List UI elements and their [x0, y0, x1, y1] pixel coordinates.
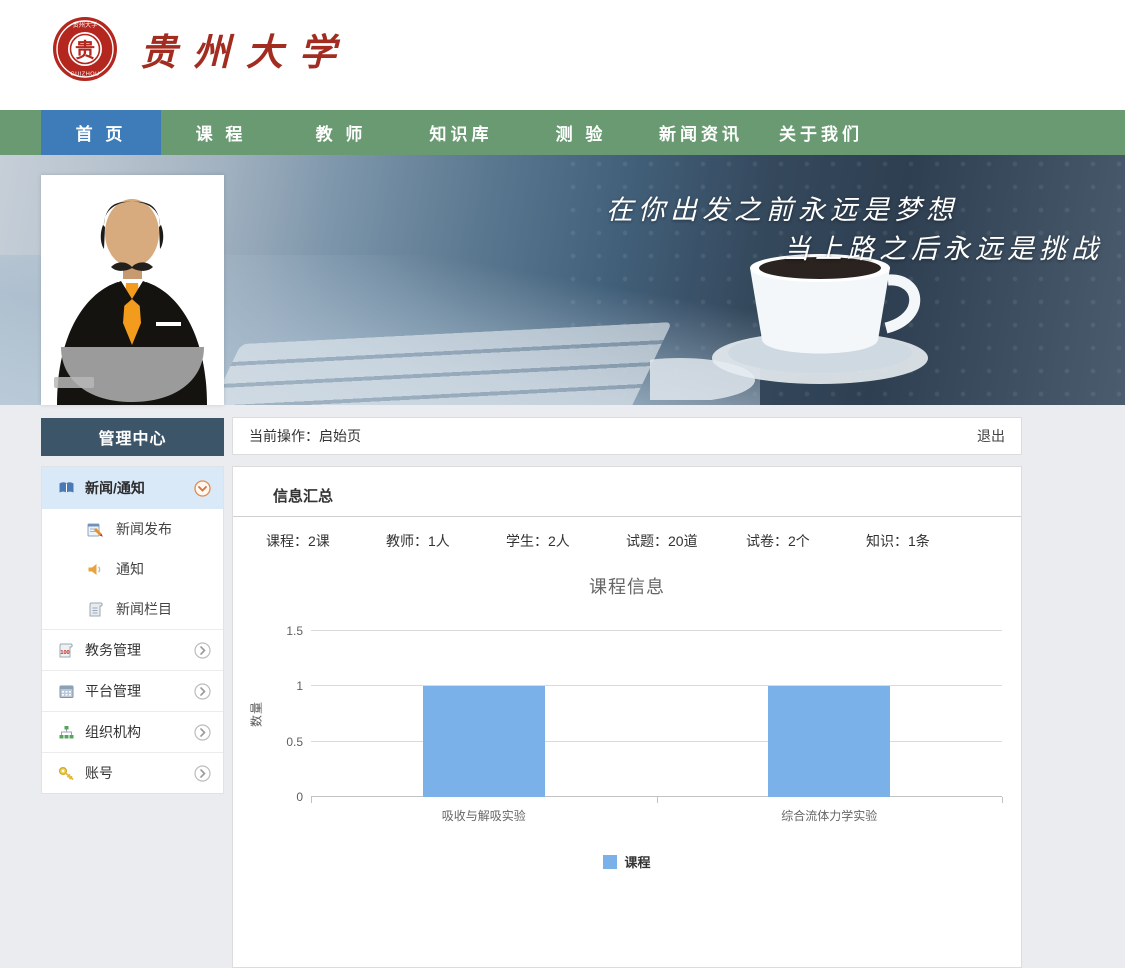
nav-item-news[interactable]: 新闻资讯: [641, 110, 761, 155]
sidebar-item-label: 新闻栏目: [116, 599, 172, 619]
sidebar-item-label: 组织机构: [85, 722, 194, 742]
sidebar-title: 管理中心: [41, 418, 224, 456]
platform-icon: [58, 683, 75, 700]
sidebar-item-label: 新闻发布: [116, 519, 172, 539]
bar-slot: [311, 631, 657, 797]
y-tick-label: 0: [263, 790, 303, 804]
nav-item-home[interactable]: 首 页: [41, 110, 161, 155]
sidebar-item-label: 通知: [116, 559, 144, 579]
chevron-right-circle-icon[interactable]: [194, 642, 211, 659]
nav-item-about-us[interactable]: 关于我们: [761, 110, 881, 155]
stat-questions: 试题：20道: [626, 531, 746, 551]
chevron-down-circle-icon[interactable]: [194, 480, 211, 497]
y-tick-label: 0.5: [263, 735, 303, 749]
university-name: 贵州大学: [140, 22, 352, 76]
chart-legend[interactable]: 课程: [233, 852, 1021, 871]
x-axis-label: 综合流体力学实验: [657, 807, 1003, 824]
bar-吸收与解吸实验: [423, 686, 545, 797]
sidebar-item-label: 教务管理: [85, 640, 194, 660]
chevron-right-circle-icon[interactable]: [194, 765, 211, 782]
organization-icon: [58, 724, 75, 741]
banner-slogan: 在你出发之前永远是梦想 当上路之后永远是挑战: [606, 191, 1103, 269]
x-axis-tick: [311, 797, 312, 803]
nav-item-knowledge-base[interactable]: 知识库: [401, 110, 521, 155]
sidebar-item-platform-management[interactable]: 平台管理: [42, 670, 223, 711]
y-axis-title: 数量: [248, 701, 265, 727]
stat-students: 学生：2人: [506, 531, 626, 551]
university-seal-logo: 贵 GUIZHOU 贵州大学: [52, 16, 118, 82]
chevron-right-circle-icon[interactable]: [194, 683, 211, 700]
nav-item-quiz[interactable]: 测 验: [521, 110, 641, 155]
site-header: 贵 GUIZHOU 贵州大学 贵州大学: [0, 0, 1125, 110]
sidebar-item-academic-affairs[interactable]: 100 教务管理: [42, 629, 223, 670]
bar-综合流体力学实验: [768, 686, 890, 797]
avatar-watermark-badge: [54, 377, 94, 388]
nav-item-teachers[interactable]: 教 师: [281, 110, 401, 155]
stat-teachers: 教师：1人: [386, 531, 506, 551]
account-key-icon: [58, 765, 75, 782]
sidebar-item-news-column[interactable]: 新闻栏目: [42, 589, 223, 629]
svg-text:100: 100: [60, 650, 69, 656]
main-nav: 首 页 课 程 教 师 知识库 测 验 新闻资讯 关于我们: [0, 110, 1125, 155]
summary-stats-row: 课程：2课 教师：1人 学生：2人 试题：20道 试卷：2个 知识：1条: [233, 517, 1021, 551]
news-column-icon: [87, 601, 104, 618]
svg-text:贵州大学: 贵州大学: [73, 21, 98, 29]
page: 贵 GUIZHOU 贵州大学 贵州大学 首 页 课 程 教 师 知识库 测 验 …: [0, 0, 1125, 968]
slogan-line-2: 当上路之后永远是挑战: [606, 230, 1103, 269]
svg-text:GUIZHOU: GUIZHOU: [70, 72, 99, 78]
current-operation-bar: 当前操作：启始页 退出: [232, 417, 1022, 455]
stat-knowledge: 知识：1条: [866, 531, 986, 551]
sidebar-item-account[interactable]: 账号: [42, 752, 223, 793]
nav-item-courses[interactable]: 课 程: [161, 110, 281, 155]
bar-slot: [657, 631, 1003, 797]
summary-panel: 信息汇总 课程：2课 教师：1人 学生：2人 试题：20道 试卷：2个 知识：1…: [232, 466, 1022, 968]
sidebar-item-label: 新闻/通知: [85, 478, 194, 498]
avatar-illustration: [41, 175, 224, 405]
slogan-line-1: 在你出发之前永远是梦想: [606, 191, 1103, 230]
y-tick-label: 1.5: [263, 624, 303, 638]
chart-title: 课程信息: [233, 573, 1021, 599]
chart-plot: 数量 00.511.5: [311, 631, 1002, 797]
x-axis-tick: [1002, 797, 1003, 803]
sidebar-item-label: 平台管理: [85, 681, 194, 701]
x-axis-tick: [657, 797, 658, 803]
logout-button[interactable]: 退出: [977, 426, 1005, 446]
current-operation-text: 当前操作：启始页: [249, 426, 977, 446]
news-publish-icon: [87, 521, 104, 538]
x-axis-label: 吸收与解吸实验: [311, 807, 657, 824]
chart-xlabels: 吸收与解吸实验综合流体力学实验: [311, 807, 1002, 824]
notice-speaker-icon: [87, 561, 104, 578]
book-icon: [58, 480, 75, 497]
sidebar-item-label: 账号: [85, 763, 194, 783]
legend-label: 课程: [624, 852, 650, 871]
legend-swatch: [603, 855, 617, 869]
academic-affairs-icon: 100: [58, 642, 75, 659]
sidebar-item-news-publish[interactable]: 新闻发布: [42, 509, 223, 549]
seal-character: 贵: [75, 39, 95, 62]
stat-papers: 试卷：2个: [746, 531, 866, 551]
sidebar-item-news-notice[interactable]: 新闻/通知: [42, 467, 223, 509]
user-avatar-card: [41, 175, 224, 405]
summary-title: 信息汇总: [233, 467, 1021, 517]
y-tick-label: 1: [263, 679, 303, 693]
sidebar-menu: 新闻/通知 新闻发布 通知: [41, 466, 224, 794]
brand: 贵 GUIZHOU 贵州大学 贵州大学: [52, 16, 352, 82]
chevron-right-circle-icon[interactable]: [194, 724, 211, 741]
sidebar-item-notice[interactable]: 通知: [42, 549, 223, 589]
sidebar-item-organization[interactable]: 组织机构: [42, 711, 223, 752]
stat-courses: 课程：2课: [266, 531, 386, 551]
